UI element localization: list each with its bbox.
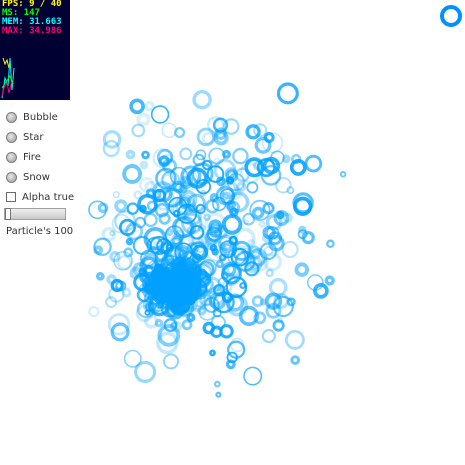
bubble-particle <box>131 123 146 138</box>
bubble-particle <box>281 240 299 259</box>
slider-thumb[interactable] <box>5 208 11 220</box>
bubble-particle <box>301 230 315 245</box>
bubble-particle <box>139 160 149 170</box>
bubble-particle <box>93 245 104 255</box>
checkbox-icon <box>6 192 16 202</box>
mode-panel: Bubble Star Fire Snow Alpha true <box>4 107 74 207</box>
bubble-particle <box>239 281 247 290</box>
bubble-particle <box>158 287 176 306</box>
bubble-particle <box>251 206 265 220</box>
bubble-particle <box>172 209 181 218</box>
radio-icon <box>6 131 17 143</box>
bubble-particle <box>179 147 193 161</box>
bubble-particle <box>213 380 221 388</box>
bubble-particle <box>144 101 155 112</box>
bubble-particle <box>95 271 105 281</box>
radio-icon <box>6 151 17 163</box>
bubble-particle <box>171 235 183 247</box>
bubble-particle <box>158 212 171 225</box>
bubble-particle <box>246 181 259 194</box>
bubble-particle <box>209 349 216 357</box>
bubble-particle <box>202 321 216 335</box>
bubble-particle <box>181 319 193 331</box>
alpha-checkbox-label: Alpha true <box>22 191 75 203</box>
bubble-particle <box>324 275 335 286</box>
particle-count-label: Particle's 100 <box>6 226 74 237</box>
bubble-particle <box>261 329 276 344</box>
bubble-particle <box>88 306 100 318</box>
bubble-particle <box>125 149 136 160</box>
stats-monitor: FPS: 9 / 40 MS: 147 MEM: 31.663 MAX: 34.… <box>0 0 70 100</box>
bubble-particle <box>102 130 122 149</box>
bubble-particle <box>186 312 196 323</box>
mode-fire-label: Fire <box>23 151 41 163</box>
bubble-particle <box>161 122 177 138</box>
bubble-particle <box>114 199 128 213</box>
radio-icon <box>6 111 17 123</box>
mode-snow-radio[interactable]: Snow <box>4 167 68 187</box>
ring-icon <box>440 5 462 27</box>
bubble-particle <box>232 147 249 165</box>
bubble-particle <box>290 355 301 365</box>
bubble-particle <box>294 262 310 277</box>
bubble-particle <box>243 219 250 225</box>
bubble-particle <box>276 82 299 105</box>
particle-count-slider[interactable] <box>4 208 66 220</box>
bubble-particle <box>122 164 143 184</box>
bubble-particle <box>129 98 145 115</box>
bubble-particle <box>112 191 120 199</box>
bubble-particle <box>150 105 170 124</box>
bubble-particle <box>165 228 174 237</box>
bubble-particle <box>243 366 263 386</box>
bubble-particle <box>138 204 147 213</box>
radio-icon <box>6 171 17 183</box>
max-readout: MAX: 34.986 <box>2 26 62 36</box>
bubble-particle <box>192 89 212 110</box>
alpha-checkbox[interactable]: Alpha true <box>4 187 74 207</box>
bubble-particle <box>187 235 196 244</box>
bubble-particle <box>215 391 222 398</box>
bubble-particle <box>265 268 274 278</box>
bubble-particle <box>284 329 305 350</box>
bubble-particle <box>109 230 116 237</box>
bubble-particle <box>143 212 158 228</box>
mode-snow-label: Snow <box>23 171 50 183</box>
mode-star-radio[interactable]: Star <box>4 127 68 147</box>
bubble-particle <box>326 239 335 249</box>
bubble-particle <box>215 259 224 269</box>
bubble-particle <box>136 112 151 127</box>
bubble-particle <box>290 153 302 165</box>
bubble-particle <box>205 199 220 214</box>
mode-star-label: Star <box>23 131 44 143</box>
mode-bubble-radio[interactable]: Bubble <box>4 107 68 127</box>
bubble-particle <box>106 274 117 285</box>
bubble-particle <box>339 170 347 178</box>
mode-fire-radio[interactable]: Fire <box>4 147 68 167</box>
bubble-particle <box>141 150 150 160</box>
bubble-particle <box>221 149 231 159</box>
stats-graph <box>1 57 15 99</box>
mode-bubble-label: Bubble <box>23 111 58 123</box>
bubble-particle <box>166 275 179 288</box>
bubble-particle <box>304 154 323 173</box>
bubble-particle <box>125 237 134 246</box>
bubble-particle <box>258 220 266 228</box>
bubble-particle <box>123 349 142 368</box>
bubble-particle <box>163 353 179 370</box>
